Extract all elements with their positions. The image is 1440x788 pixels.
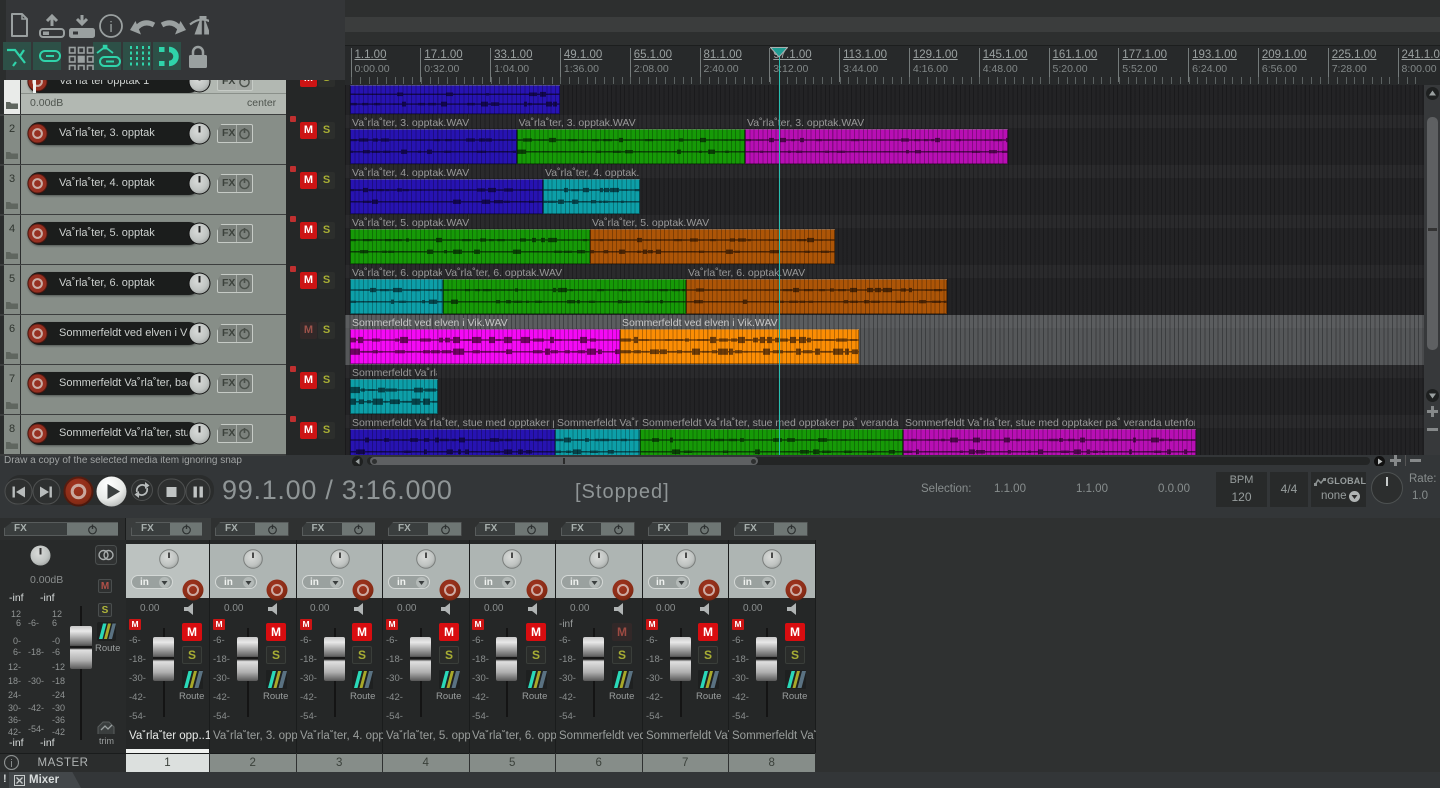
svg-text:i: i xyxy=(109,19,112,36)
